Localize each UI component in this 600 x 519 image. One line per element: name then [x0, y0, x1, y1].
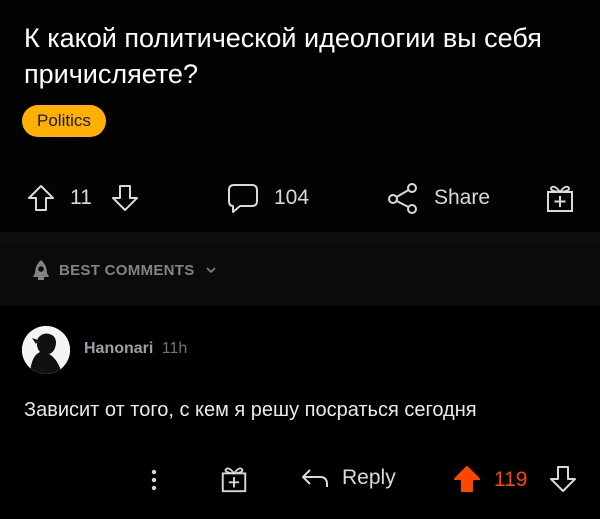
post-vote-count: 11: [70, 186, 92, 209]
share-icon: [388, 183, 417, 214]
comment-upvote-button[interactable]: [452, 464, 482, 494]
comment-meta: Hanonari 11h: [84, 340, 187, 358]
gift-icon: [221, 467, 247, 493]
comment-downvote-button[interactable]: [548, 464, 578, 494]
comment-text: Зависит от того, с кем я решу посраться …: [24, 399, 477, 421]
share-label: Share: [434, 186, 491, 209]
reply-label: Reply: [342, 466, 396, 489]
comment-action-bar: Reply 119: [0, 458, 600, 502]
share-button[interactable]: Share: [386, 182, 490, 214]
flair-badge[interactable]: Politics: [22, 105, 106, 137]
post-title[interactable]: К какой политической идеологии вы себя п…: [24, 20, 584, 92]
chevron-down-icon: [206, 267, 216, 274]
avatar-silhouette-icon: [22, 326, 70, 374]
sort-label: BEST COMMENTS: [59, 261, 195, 279]
comment-time: 11h: [161, 340, 188, 357]
upvote-arrow-icon: [454, 466, 480, 492]
comment-vote-count: 119: [494, 468, 528, 491]
comment-author[interactable]: Hanonari: [84, 340, 153, 357]
downvote-button[interactable]: [110, 183, 140, 213]
downvote-arrow-icon: [550, 466, 576, 492]
upvote-button[interactable]: [26, 183, 56, 213]
reply-arrow-icon: [302, 469, 328, 487]
post-action-bar: 11 104 Share: [0, 176, 600, 226]
more-options-button[interactable]: [148, 466, 160, 494]
section-divider: [0, 232, 600, 244]
upvote-arrow-icon: [28, 185, 54, 211]
avatar[interactable]: [22, 326, 70, 374]
comments-button[interactable]: [226, 182, 260, 214]
reply-button[interactable]: Reply: [300, 464, 396, 492]
gift-icon: [547, 185, 573, 212]
sort-comments-button[interactable]: BEST COMMENTS: [28, 258, 219, 282]
rocket-icon: [33, 260, 49, 280]
award-button[interactable]: [544, 182, 576, 214]
post-card: К какой политической идеологии вы себя п…: [0, 0, 600, 232]
comment-count: 104: [274, 186, 310, 209]
downvote-arrow-icon: [112, 185, 138, 211]
comment-bubble-icon: [228, 184, 258, 213]
more-vertical-icon: [151, 469, 157, 491]
comment-award-button[interactable]: [219, 464, 249, 494]
